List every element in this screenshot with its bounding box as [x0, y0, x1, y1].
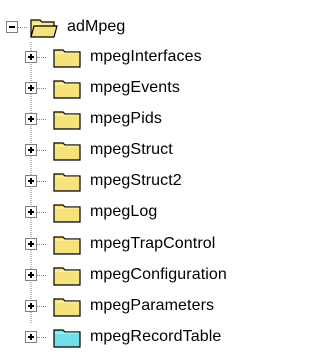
connector-stub — [37, 336, 47, 338]
tree-node-mpegconfiguration[interactable]: mpegConfiguration — [25, 260, 227, 290]
tree-node-label: mpegStruct2 — [90, 172, 182, 189]
connector-stub — [37, 56, 47, 58]
tree-view: adMpeg mpegInterfaces mpegEvents mpegPid… — [0, 0, 302, 356]
connector-stub — [37, 305, 47, 307]
table-icon — [53, 329, 81, 348]
folder-icon — [53, 204, 81, 223]
tree-node-label: mpegStruct — [90, 141, 173, 158]
tree-node-mpegrecordtable[interactable]: mpegRecordTable — [25, 322, 221, 352]
tree-node-mpegstruct[interactable]: mpegStruct — [25, 135, 173, 165]
expand-toggle-icon[interactable] — [25, 269, 37, 281]
tree-node-label: mpegEvents — [90, 79, 180, 96]
folder-icon — [53, 142, 81, 161]
connector-stub — [37, 180, 47, 182]
tree-node-label: mpegRecordTable — [90, 328, 222, 345]
expand-toggle-icon[interactable] — [25, 51, 37, 63]
connector-stub — [37, 243, 47, 245]
tree-node-label: mpegParameters — [90, 297, 215, 314]
connector-stub — [37, 211, 47, 213]
tree-node-label: mpegLog — [90, 203, 158, 220]
tree-node-mpegparameters[interactable]: mpegParameters — [25, 291, 214, 321]
tree-node-label: adMpeg — [67, 18, 126, 35]
tree-node-mpegevents[interactable]: mpegEvents — [25, 73, 180, 103]
folder-icon — [53, 49, 81, 68]
tree-node-label: mpegPids — [90, 110, 162, 127]
connector-stub — [18, 26, 28, 28]
expand-toggle-icon[interactable] — [25, 113, 37, 125]
expand-toggle-icon[interactable] — [25, 238, 37, 250]
folder-icon — [53, 173, 81, 192]
folder-icon — [53, 236, 81, 255]
connector-stub — [37, 149, 47, 151]
expand-toggle-icon[interactable] — [25, 206, 37, 218]
tree-node-mpeginterfaces[interactable]: mpegInterfaces — [25, 42, 202, 72]
folder-icon — [53, 111, 81, 130]
connector-stub — [37, 87, 47, 89]
expand-toggle-icon[interactable] — [25, 175, 37, 187]
folder-icon — [53, 267, 81, 286]
folder-icon — [53, 298, 81, 317]
connector-stub — [37, 118, 47, 120]
tree-node-label: mpegInterfaces — [90, 48, 202, 65]
connector-stub — [37, 274, 47, 276]
expand-toggle-icon[interactable] — [25, 82, 37, 94]
tree-node-mpeglog[interactable]: mpegLog — [25, 197, 157, 227]
tree-node-label: mpegTrapControl — [90, 235, 216, 252]
tree-node-root[interactable]: adMpeg — [6, 12, 125, 42]
tree-node-mpegtrapcontrol[interactable]: mpegTrapControl — [25, 229, 215, 259]
collapse-toggle-icon[interactable] — [6, 21, 18, 33]
tree-node-mpegpids[interactable]: mpegPids — [25, 104, 162, 134]
folder-open-icon — [30, 19, 58, 38]
tree-node-mpegstruct2[interactable]: mpegStruct2 — [25, 166, 182, 196]
expand-toggle-icon[interactable] — [25, 300, 37, 312]
tree-node-label: mpegConfiguration — [90, 266, 227, 283]
expand-toggle-icon[interactable] — [25, 144, 37, 156]
expand-toggle-icon[interactable] — [25, 331, 37, 343]
folder-icon — [53, 80, 81, 99]
